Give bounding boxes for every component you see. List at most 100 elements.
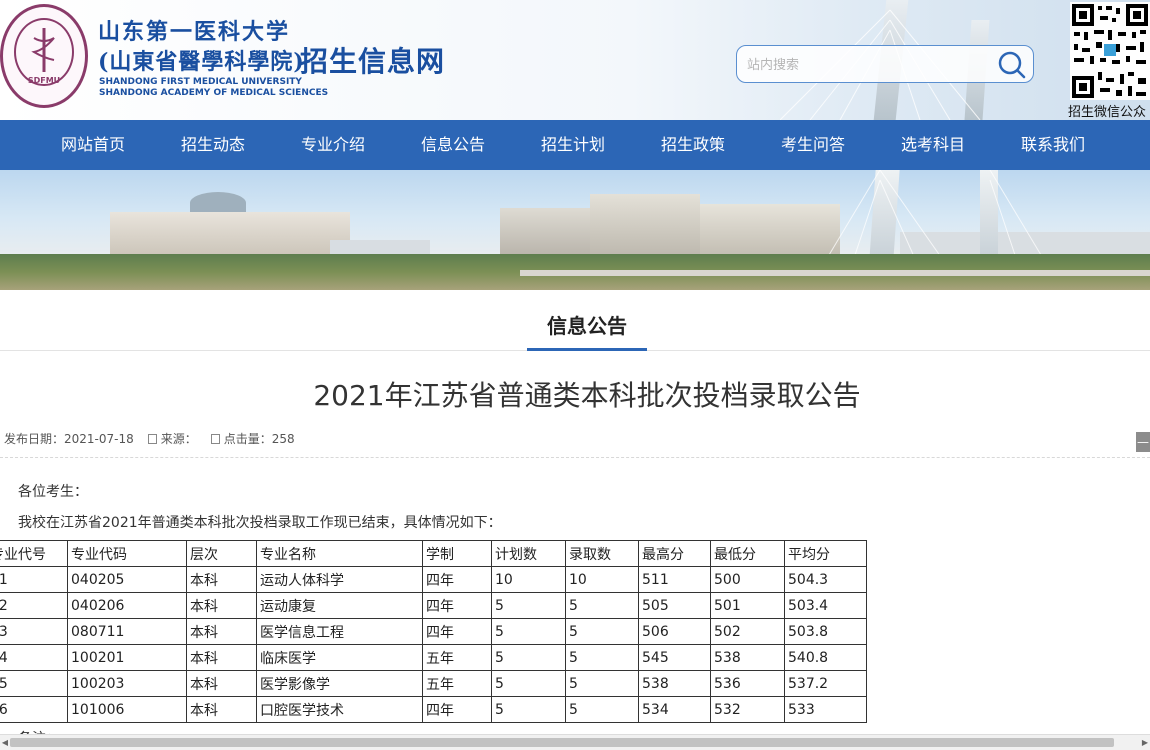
table-header-cell: 最低分: [710, 540, 785, 567]
campus-banner: [0, 170, 1150, 290]
article-intro: 我校在江苏省2021年普通类本科批次投档录取工作现已结束，具体情况如下：: [18, 515, 502, 531]
table-cell: 506: [638, 618, 711, 645]
search-input[interactable]: [745, 54, 989, 76]
logo-abbreviation: SDFMU: [27, 76, 61, 85]
table-cell: 040205: [67, 566, 187, 593]
table-cell: 本科: [186, 696, 257, 723]
table-cell: 口腔医学技术: [256, 696, 423, 723]
table-cell: 01: [0, 566, 68, 593]
table-cell: 533: [784, 696, 867, 723]
table-row: 05 100203 本科 医学影像学 五年 5 5 538 536 537.2: [0, 670, 867, 697]
table-header-cell: 平均分: [784, 540, 867, 567]
table-cell: 医学信息工程: [256, 618, 423, 645]
school-name-en-alt: SHANDONG ACADEMY OF MEDICAL SCIENCES: [99, 88, 329, 98]
table-cell: 545: [638, 644, 711, 671]
table-header-cell: 专业代号: [0, 540, 68, 567]
admission-table: 专业代号 专业代码 层次 专业名称 学制 计划数 录取数 最高分 最低分 平均分…: [0, 540, 867, 723]
scroll-left-arrow-icon[interactable]: ◀: [1, 737, 9, 748]
table-cell: 503.4: [784, 592, 867, 619]
table-cell: 5: [565, 644, 639, 671]
scrollbar-thumb[interactable]: [10, 738, 1114, 747]
table-cell: 本科: [186, 618, 257, 645]
table-cell: 四年: [422, 618, 492, 645]
table-cell: 运动康复: [256, 592, 423, 619]
table-cell: 本科: [186, 566, 257, 593]
banner-building: [700, 204, 840, 256]
table-cell: 536: [710, 670, 785, 697]
nav-item-policies[interactable]: 招生政策: [643, 120, 743, 170]
nav-item-faq[interactable]: 考生问答: [763, 120, 863, 170]
article-greeting: 各位考生：: [18, 484, 88, 500]
table-cell: 本科: [186, 592, 257, 619]
site-name: 招生信息网: [300, 45, 446, 78]
table-cell: 501: [710, 592, 785, 619]
table-cell: 500: [710, 566, 785, 593]
section-title: 信息公告: [547, 314, 627, 338]
table-cell: 5: [565, 592, 639, 619]
nav-item-plans[interactable]: 招生计划: [523, 120, 623, 170]
table-cell: 505: [638, 592, 711, 619]
table-cell: 02: [0, 592, 68, 619]
table-cell: 四年: [422, 592, 492, 619]
caduceus-icon: [31, 28, 55, 72]
table-header-cell: 专业代码: [67, 540, 187, 567]
table-cell: 5: [491, 670, 566, 697]
table-cell: 538: [638, 670, 711, 697]
table-header-cell: 专业名称: [256, 540, 423, 567]
table-cell: 临床医学: [256, 644, 423, 671]
table-row: 02 040206 本科 运动康复 四年 5 5 505 501 503.4: [0, 592, 867, 619]
table-cell: 100201: [67, 644, 187, 671]
table-cell: 504.3: [784, 566, 867, 593]
school-name-cn: 山东第一医科大学: [98, 19, 291, 45]
search-box: [736, 45, 1034, 83]
source-icon: [147, 434, 157, 444]
table-cell: 534: [638, 696, 711, 723]
nav-item-contact[interactable]: 联系我们: [1003, 120, 1103, 170]
table-cell: 502: [710, 618, 785, 645]
section-title-underline: [527, 348, 647, 351]
table-cell: 本科: [186, 644, 257, 671]
nav-item-subjects[interactable]: 选考科目: [883, 120, 983, 170]
qr-code-label: 招生微信公众: [1068, 105, 1147, 120]
table-cell: 503.8: [784, 618, 867, 645]
table-cell: 五年: [422, 644, 492, 671]
table-cell: 537.2: [784, 670, 867, 697]
nav-item-notices[interactable]: 信息公告: [403, 120, 503, 170]
banner-dome: [190, 192, 246, 214]
table-row: 06 101006 本科 口腔医学技术 四年 5 5 534 532 533: [0, 696, 867, 723]
search-icon[interactable]: [997, 50, 1027, 80]
table-header-cell: 层次: [186, 540, 257, 567]
table-cell: 五年: [422, 670, 492, 697]
table-cell: 本科: [186, 670, 257, 697]
table-cell: 538: [710, 644, 785, 671]
qr-code-image: [1070, 2, 1150, 100]
collapse-button[interactable]: —: [1136, 432, 1150, 452]
table-cell: 532: [710, 696, 785, 723]
table-cell: 04: [0, 644, 68, 671]
table-cell: 5: [491, 644, 566, 671]
publish-date: 发布日期：2021-07-18: [4, 432, 134, 446]
table-row: 03 080711 本科 医学信息工程 四年 5 5 506 502 503.8: [0, 618, 867, 645]
table-cell: 运动人体科学: [256, 566, 423, 593]
wechat-qr-code: [1070, 2, 1150, 100]
nav-item-majors[interactable]: 专业介绍: [283, 120, 383, 170]
table-header-cell: 计划数: [491, 540, 566, 567]
table-cell: 080711: [67, 618, 187, 645]
table-cell: 5: [491, 696, 566, 723]
table-row: 01 040205 本科 运动人体科学 四年 10 10 511 500 504…: [0, 566, 867, 593]
main-nav: 网站首页 招生动态 专业介绍 信息公告 招生计划 招生政策 考生问答 选考科目 …: [0, 120, 1150, 170]
scroll-right-arrow-icon[interactable]: ▶: [1141, 737, 1149, 748]
table-cell: 040206: [67, 592, 187, 619]
nav-item-home[interactable]: 网站首页: [43, 120, 143, 170]
horizontal-scrollbar[interactable]: ◀ ▶: [0, 734, 1150, 750]
table-cell: 03: [0, 618, 68, 645]
table-cell: 10: [491, 566, 566, 593]
nav-item-news[interactable]: 招生动态: [163, 120, 263, 170]
table-cell: 06: [0, 696, 68, 723]
table-cell: 5: [565, 670, 639, 697]
table-header-row: 专业代号 专业代码 层次 专业名称 学制 计划数 录取数 最高分 最低分 平均分: [0, 540, 867, 567]
table-cell: 医学影像学: [256, 670, 423, 697]
banner-building: [110, 212, 350, 260]
hits-icon: [210, 434, 220, 444]
table-cell: 5: [565, 696, 639, 723]
